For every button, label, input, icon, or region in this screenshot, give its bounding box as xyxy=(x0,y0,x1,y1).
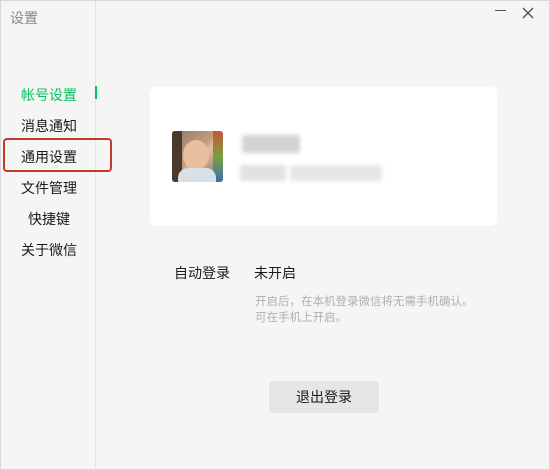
logout-button[interactable]: 退出登录 xyxy=(269,381,379,413)
avatar[interactable] xyxy=(172,131,223,182)
settings-window: 设置 帐号设置 消息通知 通用设置 文件管理 快捷键 关于微信 自动登录 未开启… xyxy=(0,0,550,470)
sidebar-item-about[interactable]: 关于微信 xyxy=(21,240,77,260)
blurred-wechat-id-label xyxy=(240,165,286,181)
settings-sidebar: 帐号设置 消息通知 通用设置 文件管理 快捷键 关于微信 xyxy=(1,1,96,469)
minimize-icon[interactable] xyxy=(493,3,507,17)
sidebar-item-files[interactable]: 文件管理 xyxy=(21,178,77,198)
auto-login-status[interactable]: 未开启 xyxy=(254,263,296,283)
sidebar-item-shortcuts[interactable]: 快捷键 xyxy=(28,209,70,229)
blurred-wechat-id xyxy=(290,165,382,181)
auto-login-label: 自动登录 xyxy=(174,266,230,282)
auto-login-description-2: 可在手机上开启。 xyxy=(255,310,347,324)
sidebar-item-account[interactable]: 帐号设置 xyxy=(21,85,77,105)
active-indicator xyxy=(95,86,97,99)
auto-login-description: 开启后，在本机登录微信将无需手机确认。 xyxy=(255,294,474,308)
close-icon[interactable] xyxy=(521,6,535,20)
highlight-box xyxy=(3,138,112,172)
sidebar-item-notifications[interactable]: 消息通知 xyxy=(21,116,77,136)
blurred-nickname xyxy=(242,135,300,153)
profile-card xyxy=(150,87,497,226)
